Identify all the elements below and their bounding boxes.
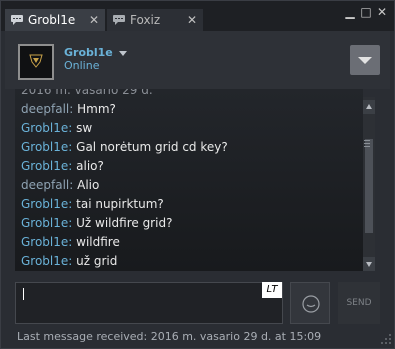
chat-message: deepfall: Alio	[21, 178, 99, 193]
message-author[interactable]: Grobl1e	[21, 159, 68, 173]
message-text: sw	[76, 121, 93, 135]
emoticon-button[interactable]	[290, 282, 330, 324]
message-text: už grid	[76, 254, 118, 268]
username-row[interactable]: Grobl1e	[64, 46, 127, 59]
message-separator: :	[68, 197, 77, 211]
message-author[interactable]: Grobl1e	[21, 197, 68, 211]
resize-grip-icon[interactable]	[380, 333, 392, 345]
chat-log: 2016 m. vasario 29 d. deepfall: Hmm? Grobl…	[15, 89, 363, 271]
maximize-icon[interactable]: □	[359, 5, 373, 19]
emblem-icon	[29, 54, 43, 68]
message-text: Už wildfire grid?	[76, 216, 173, 230]
chat-message: Grobl1e: Gal norėtum grid cd key?	[21, 140, 228, 155]
message-input[interactable]	[15, 282, 283, 324]
message-author[interactable]: Grobl1e	[21, 216, 68, 230]
language-indicator: LT	[262, 282, 282, 298]
message-author[interactable]: Grobl1e	[21, 121, 68, 135]
chat-message: Grobl1e: tai nupirktum?	[21, 197, 164, 212]
message-separator: :	[68, 140, 77, 154]
close-window-icon[interactable]: ✕	[375, 5, 389, 19]
avatar[interactable]	[18, 44, 54, 80]
chat-message: Grobl1e: Už wildfire grid?	[21, 216, 172, 231]
close-tab-icon[interactable]: ✕	[185, 13, 199, 27]
chat-bubble-icon	[11, 15, 23, 25]
message-author[interactable]: Grobl1e	[21, 254, 68, 268]
chat-header: Grobl1e Online	[5, 31, 390, 89]
message-author[interactable]: Grobl1e	[21, 235, 68, 249]
message-text: Alio	[77, 178, 100, 192]
text-caret	[23, 288, 24, 300]
message-author[interactable]: Grobl1e	[21, 140, 68, 154]
chat-message: Grobl1e: sw	[21, 121, 92, 136]
chat-message: Grobl1e: wildfire	[21, 235, 120, 250]
tab-label: Foxiz	[130, 13, 161, 27]
message-text: tai nupirktum?	[76, 197, 164, 211]
message-separator: :	[68, 121, 77, 135]
chat-scrollbar[interactable]	[363, 97, 375, 271]
tab-label: Grobl1e	[28, 13, 76, 27]
tab-foxiz[interactable]: Foxiz ✕	[107, 9, 203, 31]
scroll-down-icon[interactable]	[363, 257, 375, 271]
send-button[interactable]: SEND	[338, 282, 380, 324]
date-label: 2016 m. vasario 29 d.	[21, 89, 153, 97]
message-separator: :	[68, 159, 77, 173]
chat-message: Grobl1e: už grid	[21, 254, 117, 269]
message-separator: :	[68, 216, 77, 230]
message-separator: :	[69, 102, 78, 116]
tab-grobl1e[interactable]: Grobl1e ✕	[5, 9, 105, 31]
message-text: Gal norėtum grid cd key?	[76, 140, 228, 154]
last-message-status: Last message received: 2016 m. vasario 2…	[17, 330, 322, 343]
message-text: wildfire	[76, 235, 120, 249]
username[interactable]: Grobl1e	[64, 46, 113, 59]
chat-message: deepfall: Hmm?	[21, 102, 116, 117]
chat-message: Grobl1e: alio?	[21, 159, 104, 174]
scroll-up-icon[interactable]	[363, 100, 375, 114]
chat-window: Grobl1e ✕ Foxiz ✕ ▁ □ ✕ Grobl1e Online 2…	[0, 0, 395, 349]
user-status: Online	[64, 59, 100, 72]
scrollbar-thumb[interactable]	[365, 139, 373, 233]
tab-bar: Grobl1e ✕ Foxiz ✕ ▁ □ ✕	[1, 1, 394, 31]
message-text: Hmm?	[77, 102, 116, 116]
message-separator: :	[68, 254, 77, 268]
message-separator: :	[68, 235, 77, 249]
chat-bubble-icon	[113, 15, 125, 25]
smiley-icon	[302, 295, 320, 313]
message-separator: :	[69, 178, 78, 192]
chat-options-button[interactable]	[350, 45, 380, 75]
chevron-down-icon	[358, 57, 372, 64]
scroll-grip-icon	[364, 140, 370, 148]
minimize-icon[interactable]: ▁	[343, 5, 357, 19]
close-tab-icon[interactable]: ✕	[87, 13, 101, 27]
message-author[interactable]: deepfall	[21, 102, 69, 116]
message-author[interactable]: deepfall	[21, 178, 69, 192]
chevron-down-icon[interactable]	[118, 50, 127, 56]
message-text: alio?	[76, 159, 104, 173]
chat-date-separator: 2016 m. vasario 29 d.	[21, 89, 153, 98]
